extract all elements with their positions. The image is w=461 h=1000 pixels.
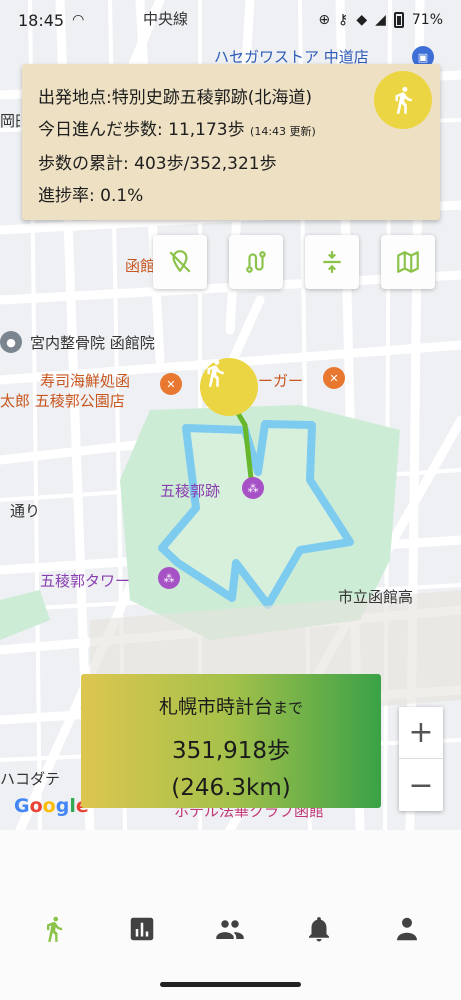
walk-icon xyxy=(395,86,412,114)
today-updated-text: (14:43 更新) xyxy=(250,125,316,138)
progress-info-card: 出発地点:特別史跡五稜郭跡(北海道) 今日進んだ歩数: 11,173歩 (14:… xyxy=(22,64,440,220)
bell-icon xyxy=(308,917,329,942)
map-label-miyauchi[interactable]: 宮内整骨院 函館院 xyxy=(30,332,155,353)
location-off-icon xyxy=(169,250,191,273)
map-label-shiritsu[interactable]: 市立函館高 xyxy=(338,586,413,607)
bottom-navigation xyxy=(0,893,461,965)
destination-name: 札幌市時計台 xyxy=(158,696,273,718)
walk-icon xyxy=(47,916,63,942)
battery-percent: 71% xyxy=(411,12,443,28)
status-bar: 18:45 ◠ ⊕ ⚷ ◆ ◢ 71% xyxy=(0,0,461,40)
home-indicator[interactable] xyxy=(160,982,301,987)
start-point-text: 出発地点:特別史跡五稜郭跡(北海道) xyxy=(38,88,312,108)
progress-rate-text: 進捗率: 0.1% xyxy=(38,186,144,206)
walk-icon xyxy=(207,359,224,387)
zoom-control: + − xyxy=(399,707,443,811)
sync-icon: ⊕ xyxy=(318,12,331,28)
chart-icon xyxy=(131,917,154,941)
map-label-okada: 岡田 xyxy=(0,112,20,130)
collapse-icon xyxy=(323,251,341,273)
landmark-pin-icon[interactable]: ⁂ xyxy=(242,477,264,499)
map-label-dori: 通り xyxy=(10,502,41,520)
nav-notifications[interactable] xyxy=(296,906,342,952)
person-icon xyxy=(396,917,417,941)
zoom-in-button[interactable]: + xyxy=(399,707,443,759)
nav-profile[interactable] xyxy=(384,906,430,952)
map-label-goryokaku[interactable]: 五稜郭跡 xyxy=(160,480,220,501)
map-label-taro[interactable]: 太郎 五稜郭公園店 xyxy=(0,390,125,411)
remaining-steps: 351,918歩 xyxy=(171,738,291,764)
map-label-hakodate: 函館 xyxy=(125,257,156,275)
map-label-burger[interactable]: ーガー xyxy=(258,370,303,391)
map-icon xyxy=(397,251,419,273)
nav-walk[interactable] xyxy=(31,906,77,952)
signal-icon: ◢ xyxy=(375,12,386,28)
remaining-distance: (246.3km) xyxy=(171,775,291,801)
route-button[interactable] xyxy=(229,235,283,289)
burger-pin-icon[interactable]: ✕ xyxy=(323,367,345,389)
restaurant-pin-icon[interactable]: ✕ xyxy=(160,373,182,395)
walk-mode-button[interactable] xyxy=(374,71,432,129)
current-position-marker[interactable] xyxy=(200,358,258,416)
notification-icon: ◠ xyxy=(72,12,85,28)
wifi-icon: ◆ xyxy=(356,12,368,28)
today-steps-row: 今日進んだ歩数: 11,173歩 (14:43 更新) xyxy=(38,114,424,148)
map-type-button[interactable] xyxy=(381,235,435,289)
status-time: 18:45 xyxy=(18,10,65,30)
today-steps-text: 今日進んだ歩数: 11,173歩 xyxy=(38,120,245,140)
key-icon: ⚷ xyxy=(338,12,349,28)
nav-friends[interactable] xyxy=(207,906,253,952)
group-icon xyxy=(216,920,245,939)
route-icon xyxy=(246,251,266,273)
nav-stats[interactable] xyxy=(119,906,165,952)
clinic-pin-icon[interactable]: ● xyxy=(0,331,22,353)
destination-card[interactable]: 札幌市時計台まで 351,918歩 (246.3km) xyxy=(81,674,381,808)
location-off-button[interactable] xyxy=(153,235,207,289)
destination-name-row: 札幌市時計台まで xyxy=(81,692,381,719)
destination-suffix: まで xyxy=(273,699,304,717)
map-label-sushi[interactable]: 寿司海鮮処函 xyxy=(40,370,130,391)
tower-pin-icon[interactable]: ⁂ xyxy=(158,567,180,589)
battery-icon xyxy=(393,12,404,28)
map-label-tower[interactable]: 五稜郭タワー xyxy=(40,570,130,591)
total-steps-text: 歩数の累計: 403歩/352,321歩 xyxy=(38,154,277,174)
zoom-out-button[interactable]: − xyxy=(399,759,443,811)
google-attribution: Google xyxy=(14,795,89,817)
map-label-hakodate-mid: ハコダテ xyxy=(0,770,61,788)
collapse-button[interactable] xyxy=(305,235,359,289)
